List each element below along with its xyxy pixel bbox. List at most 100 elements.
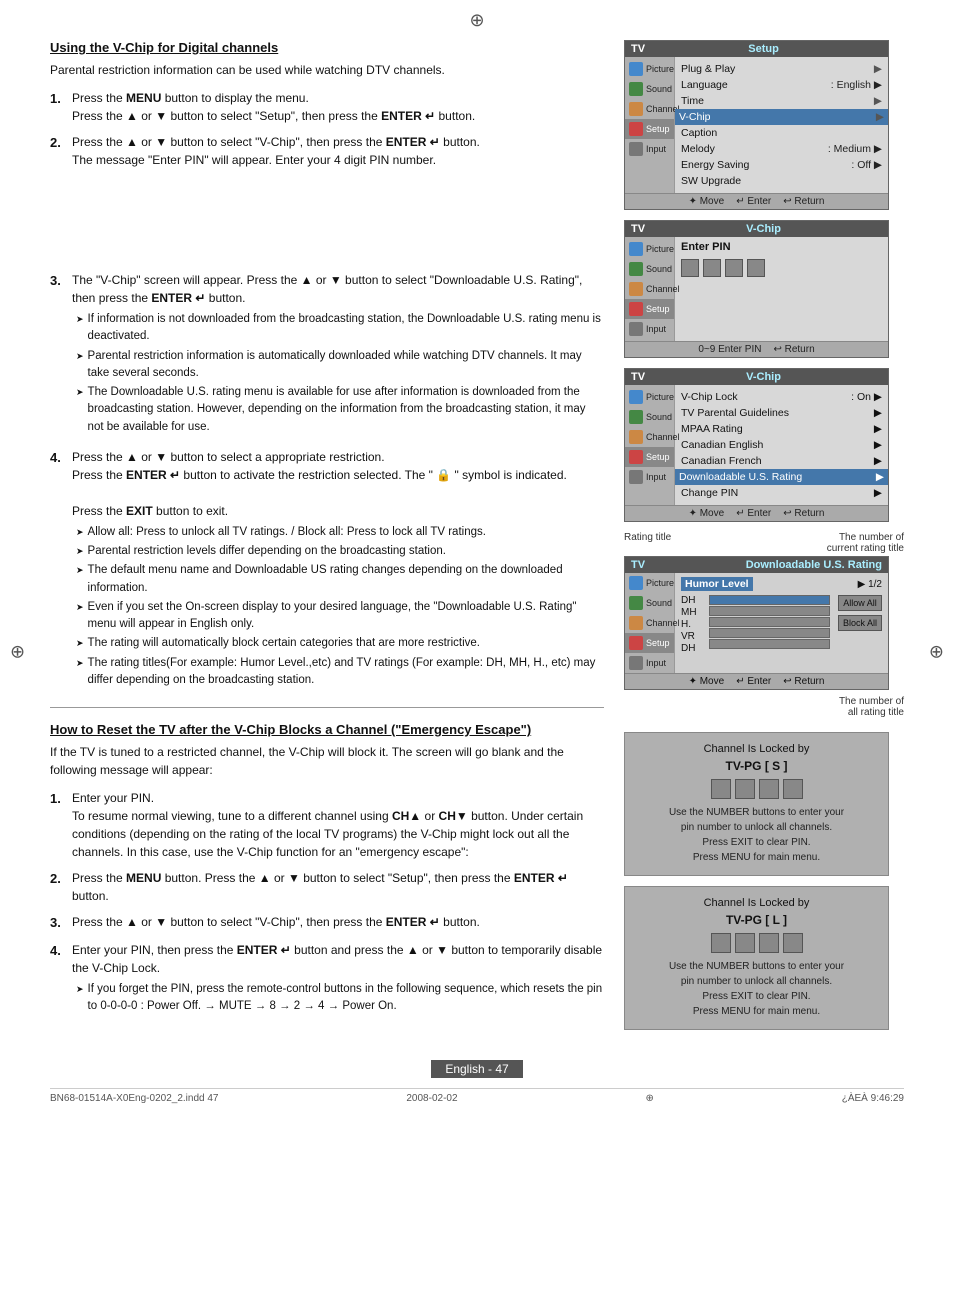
current-rating-annotation: The number ofcurrent rating title (827, 532, 904, 554)
step-2-num: 2. (50, 133, 66, 169)
doc-crosshair-bottom: ⊕ (645, 1093, 653, 1104)
tv-setup-main: Plug & Play ▶ Language : English ▶ Time … (675, 57, 888, 193)
rating-bars (709, 595, 830, 649)
step-2-content: Press the ▲ or ▼ button to select "V-Chi… (72, 133, 604, 169)
tv-vchip-enter: ↵ Enter (736, 508, 771, 519)
tv-setup-row-melody: Melody : Medium ▶ (681, 141, 882, 157)
rating-title-label: Rating title (624, 532, 671, 554)
section2-steps: 1. Enter your PIN. To resume normal view… (50, 789, 604, 1019)
tv-setup-body: Picture Sound Channel Setup (625, 57, 888, 193)
pin-sound-label: Sound (646, 264, 672, 274)
tv-setup-header: TV Setup (625, 41, 888, 57)
pin-boxes (681, 259, 882, 277)
pin-input-icon (629, 322, 643, 336)
bar-5 (709, 639, 830, 649)
vchip-sound-icon (629, 410, 643, 424)
tv-vchip-tv-label: TV (631, 371, 645, 383)
step-3-bullet-1: If information is not downloaded from th… (72, 311, 604, 346)
vchip-changepin-arrow: ▶ (874, 487, 882, 499)
tv-vchip-sidebar-input: Input (625, 467, 674, 487)
block-all-button[interactable]: Block All (838, 615, 882, 631)
code-dh2: DH (681, 643, 705, 654)
tv-sidebar-input: Input (625, 139, 674, 159)
dl-picture-item: Picture (625, 573, 674, 593)
tv-pin-sidebar-setup: Setup (625, 299, 674, 319)
tv-vchip-title: V-Chip (746, 371, 781, 383)
tv-pin-enter-label: 0~9 Enter PIN (698, 344, 761, 355)
tv-sidebar-sound: Sound (625, 79, 674, 99)
page-number-badge: English - 47 (431, 1060, 522, 1078)
tv-setup-title: Setup (748, 43, 779, 55)
s2-step-1-num: 1. (50, 789, 66, 861)
tv-sidebar-setup-label: Setup (646, 124, 670, 134)
vchip-picture-label: Picture (646, 392, 674, 402)
tv-setup-row-sw: SW Upgrade (681, 173, 882, 189)
allow-all-button[interactable]: Allow All (838, 595, 882, 611)
s2-step-4: 4. Enter your PIN, then press the ENTER … (50, 941, 604, 1020)
all-rating-annotation: The number ofall rating title (624, 696, 904, 718)
humor-level-label: Humor Level (681, 577, 753, 591)
rating-annotations-top: Rating title The number ofcurrent rating… (624, 532, 904, 554)
tv-pin-header: TV V-Chip (625, 221, 888, 237)
doc-id: BN68-01514A-X0Eng-0202_2.indd 47 (50, 1093, 218, 1104)
locked-l-title: Channel Is Locked by (635, 897, 878, 909)
pin-box-1 (681, 259, 699, 277)
channel-icon (629, 102, 643, 116)
tv-setup-row-vchip: V-Chip ▶ (675, 109, 888, 125)
vchip-canenglish-arrow: ▶ (874, 439, 882, 451)
pin-box-2 (703, 259, 721, 277)
doc-footer: BN68-01514A-X0Eng-0202_2.indd 47 2008-02… (50, 1088, 904, 1104)
step-2: 2. Press the ▲ or ▼ button to select "V-… (50, 133, 604, 169)
s2-step-3-content: Press the ▲ or ▼ button to select "V-Chi… (72, 913, 604, 933)
locked-s-msg: Use the NUMBER buttons to enter your pin… (635, 805, 878, 865)
channel-locked-l-widget: Channel Is Locked by TV-PG [ L ] Use the… (624, 886, 889, 1030)
step-1: 1. Press the MENU button to display the … (50, 89, 604, 125)
pin-sound-icon (629, 262, 643, 276)
pin-channel-icon (629, 282, 643, 296)
tv-setup-return: ↩ Return (783, 196, 824, 207)
tv-vchip-return: ↩ Return (783, 508, 824, 519)
section1-steps-3-4: 3. The "V-Chip" screen will appear. Pres… (50, 271, 604, 693)
crosshair-top-icon: ⊕ (469, 10, 484, 31)
s2-step-2-content: Press the MENU button. Press the ▲ or ▼ … (72, 869, 604, 905)
tv-vchip-sidebar-setup: Setup (625, 447, 674, 467)
tv-setup-widget: TV Setup Picture Sound (624, 40, 889, 210)
code-mh: MH (681, 607, 705, 618)
s2-step-1-content: Enter your PIN. To resume normal viewing… (72, 789, 604, 861)
language-value: : English ▶ (831, 79, 882, 91)
tv-downloadable-tv-label: TV (631, 559, 645, 571)
dl-move: ✦ Move (689, 676, 725, 687)
vchip-changepin-row: Change PIN ▶ (681, 485, 882, 501)
tv-sidebar-channel: Channel (625, 99, 674, 119)
s2-step-4-bullet-1: If you forget the PIN, press the remote-… (72, 981, 604, 1016)
dl-channel-icon (629, 616, 643, 630)
tv-vchip-header: TV V-Chip (625, 369, 888, 385)
tv-pin-body: Picture Sound Channel Setup (625, 237, 888, 341)
vchip-label: V-Chip (679, 111, 711, 123)
tv-downloadable-footer: ✦ Move ↵ Enter ↩ Return (625, 673, 888, 689)
tv-pin-tv-label: TV (631, 223, 645, 235)
tv-sidebar-sound-label: Sound (646, 84, 672, 94)
tv-vchip-move: ✦ Move (689, 508, 725, 519)
vchip-changepin-label: Change PIN (681, 487, 738, 499)
step-3-content: The "V-Chip" screen will appear. Press t… (72, 271, 604, 440)
dl-sound-item: Sound (625, 593, 674, 613)
step-4: 4. Press the ▲ or ▼ button to select a a… (50, 448, 604, 693)
pin-box-3 (725, 259, 743, 277)
code-h: H. (681, 619, 705, 630)
tv-pin-sidebar-input: Input (625, 319, 674, 339)
energy-value: : Off ▶ (851, 159, 882, 171)
tv-setup-row-caption: Caption (681, 125, 882, 141)
tv-pin-sidebar-sound: Sound (625, 259, 674, 279)
crosshair-left-icon: ⊕ (10, 642, 25, 663)
tv-sidebar-picture-label: Picture (646, 64, 674, 74)
dl-picture-label: Picture (646, 578, 674, 588)
dl-picture-icon (629, 576, 643, 590)
step-3-bullet-2: Parental restriction information is auto… (72, 348, 604, 383)
lock-box-l-2 (735, 933, 755, 953)
tv-pin-title: V-Chip (746, 223, 781, 235)
main-content: Using the V-Chip for Digital channels Pa… (50, 40, 904, 1040)
tv-pin-widget: TV V-Chip Picture Sound (624, 220, 889, 358)
tv-sidebar-setup: Setup (625, 119, 674, 139)
tv-pin-footer: 0~9 Enter PIN ↩ Return (625, 341, 888, 357)
